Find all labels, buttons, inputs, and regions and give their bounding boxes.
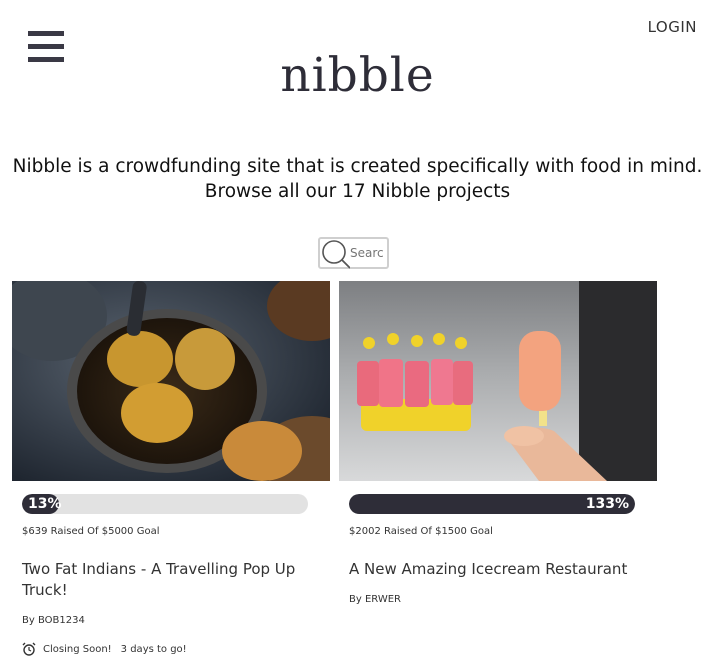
- alarm-clock-icon: [22, 642, 36, 656]
- funding-progress-bar: 133%: [349, 494, 635, 514]
- project-title[interactable]: Two Fat Indians - A Travelling Pop Up Tr…: [22, 559, 312, 601]
- funding-progress-bar: 13%: [22, 494, 308, 514]
- progress-percent: 133%: [585, 496, 629, 512]
- projects-count-text: Browse all our 17 Nibble projects: [204, 181, 511, 202]
- search-icon: [322, 240, 350, 269]
- project-image-fried-puris[interactable]: [12, 281, 330, 481]
- logo[interactable]: nibble: [0, 52, 715, 99]
- search-input[interactable]: [350, 244, 384, 262]
- days-left: 3 days to go!: [120, 643, 187, 655]
- project-image-popsicles[interactable]: [339, 281, 657, 481]
- raised-amount: $639 Raised Of $5000 Goal: [22, 526, 160, 537]
- closing-soon-label: Closing Soon!: [43, 643, 112, 655]
- project-card[interactable]: 13% $639 Raised Of $5000 Goal Two Fat In…: [12, 281, 330, 656]
- project-card[interactable]: 133% $2002 Raised Of $1500 Goal A New Am…: [339, 281, 657, 605]
- project-title[interactable]: A New Amazing Icecream Restaurant: [349, 559, 639, 580]
- tagline: Nibble is a crowdfunding site that is cr…: [12, 156, 703, 177]
- search-box[interactable]: [318, 237, 389, 269]
- project-status: Closing Soon! 3 days to go!: [22, 642, 330, 656]
- intro-text: Nibble is a crowdfunding site that is cr…: [0, 154, 715, 204]
- progress-percent: 13%: [28, 496, 62, 512]
- raised-amount: $2002 Raised Of $1500 Goal: [349, 526, 493, 537]
- project-author[interactable]: By ERWER: [349, 594, 657, 605]
- login-link[interactable]: LOGIN: [648, 18, 697, 36]
- project-author[interactable]: By BOB1234: [22, 615, 330, 626]
